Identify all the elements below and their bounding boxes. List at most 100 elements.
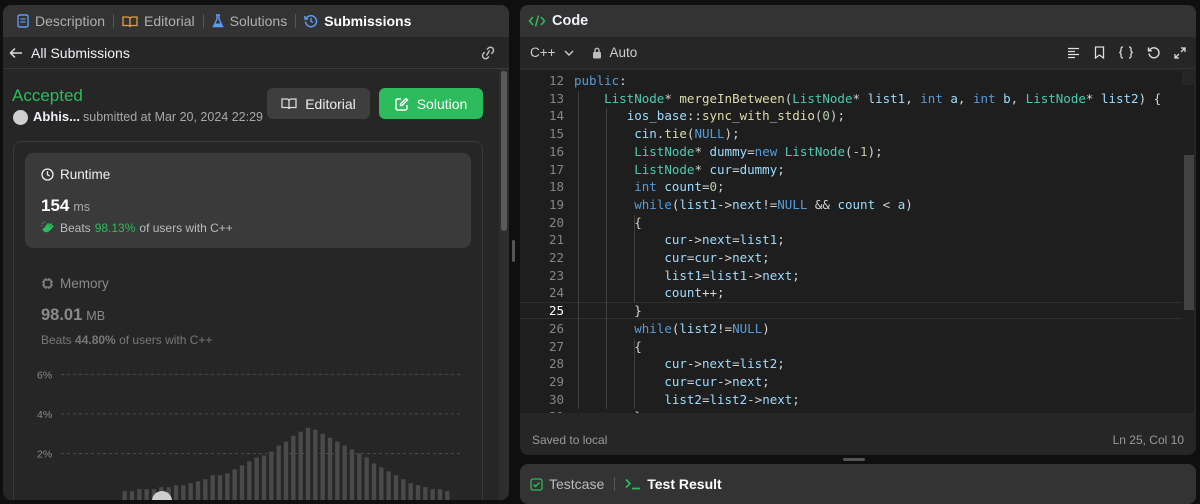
code-line[interactable]: int count=0; — [574, 179, 724, 194]
runtime-beats-value: 98.13% — [94, 221, 136, 235]
code-line[interactable]: cur=cur->next; — [574, 374, 769, 389]
left-scrollbar[interactable] — [499, 69, 509, 500]
code-line[interactable]: ListNode* mergeInBetween(ListNode* list1… — [574, 91, 1161, 106]
chart-bar[interactable] — [195, 481, 201, 500]
chart-bar[interactable] — [430, 489, 435, 500]
tab-submissions[interactable]: Submissions — [296, 5, 419, 37]
code-line[interactable]: list1=list1->next; — [574, 268, 800, 283]
tab-editorial[interactable]: Editorial — [114, 5, 203, 37]
chart-bar[interactable] — [129, 491, 135, 500]
chart-bar[interactable] — [445, 491, 450, 500]
auto-label[interactable]: Auto — [610, 45, 638, 60]
chart-bar[interactable] — [298, 431, 303, 500]
chart-bar[interactable] — [181, 485, 186, 500]
distribution-chart[interactable]: 6% 4% 2% — [31, 365, 471, 500]
horizontal-resize-handle[interactable] — [843, 458, 865, 461]
chart-bar[interactable] — [437, 489, 443, 500]
chart-bar[interactable] — [210, 475, 215, 500]
chart-bar[interactable] — [335, 441, 340, 500]
username[interactable]: Abhis... — [33, 109, 80, 124]
chart-bar[interactable] — [122, 491, 127, 500]
code-line[interactable]: list2=list2->next; — [574, 392, 800, 407]
format-icon[interactable] — [1067, 47, 1080, 59]
chart-bar[interactable] — [327, 437, 333, 500]
tab-description-label: Description — [35, 13, 106, 29]
chart-bar[interactable] — [423, 487, 428, 500]
code-line[interactable]: } — [574, 303, 642, 318]
code-line[interactable]: count++; — [574, 285, 724, 300]
code-line[interactable]: { — [574, 215, 642, 230]
runtime-card[interactable]: Runtime 154 ms Beats 98.13% of users with… — [25, 153, 471, 248]
memory-beats-value: 44.80% — [75, 333, 116, 347]
language-select[interactable]: C++ — [530, 45, 556, 60]
code-line[interactable]: cur->next=list1; — [574, 232, 784, 247]
chart-bar[interactable] — [386, 471, 391, 500]
code-line[interactable]: cur=cur->next; — [574, 250, 769, 265]
chart-bar[interactable] — [276, 445, 281, 500]
book-open-icon — [281, 97, 297, 110]
tab-editorial-label: Editorial — [144, 13, 195, 29]
code-line[interactable]: cur->next=list2; — [574, 356, 784, 371]
back-to-submissions[interactable]: All Submissions — [9, 45, 130, 61]
chart-bar[interactable] — [408, 483, 413, 500]
code-line[interactable]: cin.tie(NULL); — [574, 126, 739, 141]
link-icon[interactable] — [479, 46, 497, 60]
memory-title[interactable]: Memory — [41, 276, 109, 291]
code-line[interactable]: public: — [574, 73, 627, 88]
chart-bar[interactable] — [261, 455, 267, 501]
code-line[interactable]: while(list2!=NULL) — [574, 321, 770, 336]
expand-icon[interactable] — [1174, 46, 1186, 59]
chart-bar[interactable] — [342, 445, 347, 500]
code-scrollbar[interactable] — [1182, 85, 1194, 413]
chart-bar[interactable] — [225, 473, 230, 500]
reset-icon[interactable] — [1147, 46, 1160, 59]
vertical-resize-handle[interactable] — [512, 240, 515, 262]
chart-bar[interactable] — [137, 489, 142, 500]
code-editor[interactable]: 12 public: 13 ListNode* mergeInBetween(Lis… — [520, 71, 1182, 413]
tab-test-result[interactable]: Test Result — [625, 476, 722, 492]
chevron-down-icon[interactable] — [564, 50, 574, 56]
code-line[interactable]: { — [574, 339, 642, 354]
code-scroll-thumb[interactable] — [1184, 155, 1194, 310]
chart-bar[interactable] — [320, 433, 325, 500]
tab-solutions[interactable]: Solutions — [204, 5, 296, 37]
left-scroll-thumb[interactable] — [501, 71, 507, 231]
code-line[interactable]: while(list1->next!=NULL && count < a) — [574, 197, 913, 212]
code-line[interactable]: ListNode* cur=dummy; — [574, 162, 785, 177]
braces-icon[interactable] — [1119, 46, 1133, 59]
code-line[interactable]: } — [574, 409, 642, 413]
chart-bar[interactable] — [269, 451, 274, 500]
chart-bar[interactable] — [283, 441, 289, 500]
chart-bar[interactable] — [401, 479, 406, 500]
chart-bar[interactable] — [239, 465, 245, 500]
chart-bar[interactable] — [364, 457, 369, 500]
chart-bar[interactable] — [217, 475, 223, 500]
avatar[interactable] — [13, 110, 28, 125]
chart-bar[interactable] — [291, 435, 296, 500]
solution-button[interactable]: Solution — [379, 88, 483, 119]
chart-bar[interactable] — [203, 479, 208, 500]
chart-bar[interactable] — [173, 485, 179, 500]
tab-testcase[interactable]: Testcase — [530, 476, 604, 492]
chart-bar[interactable] — [415, 485, 421, 500]
chart-bar[interactable] — [349, 449, 355, 500]
code-line[interactable]: ListNode* dummy=new ListNode(-1); — [574, 144, 882, 159]
chart-bar[interactable] — [357, 453, 362, 500]
line-number: 12 — [548, 73, 564, 88]
tab-description[interactable]: Description — [9, 5, 113, 37]
chart-bar[interactable] — [371, 463, 377, 500]
chart-bar[interactable] — [144, 489, 149, 500]
editorial-button-label: Editorial — [305, 95, 356, 112]
line-number: 14 — [548, 108, 564, 124]
chart-bar[interactable] — [393, 475, 399, 500]
bookmark-icon[interactable] — [1094, 46, 1105, 59]
chart-bar[interactable] — [188, 483, 193, 500]
chart-bar[interactable] — [379, 467, 384, 500]
code-line[interactable]: ios_base::sync_with_stdio(0); — [574, 108, 845, 123]
chart-bar[interactable] — [232, 469, 237, 500]
editorial-button[interactable]: Editorial — [267, 88, 370, 119]
chart-bar[interactable] — [247, 461, 252, 500]
chart-bar[interactable] — [313, 429, 318, 500]
chart-bar[interactable] — [254, 457, 259, 500]
chart-bar[interactable] — [305, 427, 311, 500]
